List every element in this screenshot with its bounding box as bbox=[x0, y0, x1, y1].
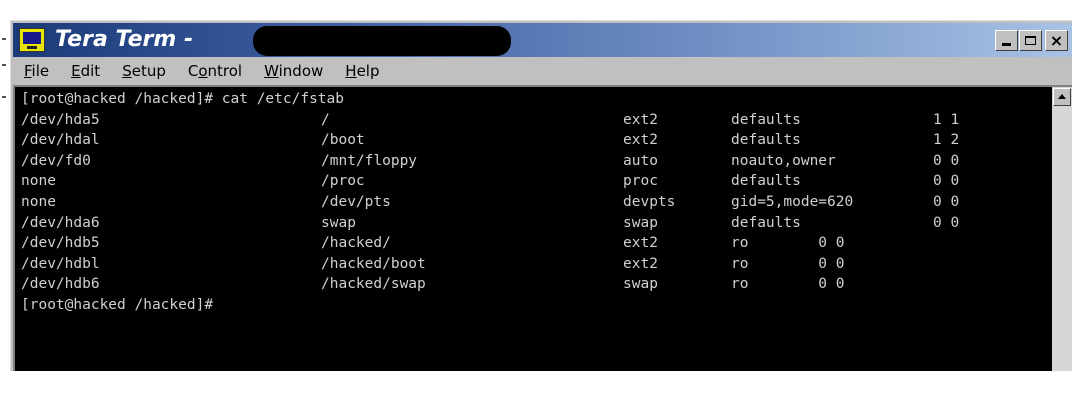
maximize-icon bbox=[1025, 36, 1036, 45]
fstab-mount: /dev/pts bbox=[321, 193, 391, 210]
fstab-row: /dev/hdal /boot ext2 defaults 1 2 bbox=[21, 130, 1050, 151]
terminal-frame: [root@hacked /hacked]# cat /etc/fstab /d… bbox=[13, 85, 1072, 371]
scroll-up-arrow-icon[interactable] bbox=[1053, 88, 1071, 106]
fstab-mount: /boot bbox=[321, 132, 365, 149]
minimize-button[interactable] bbox=[995, 30, 1018, 51]
fstab-row: /dev/hdbl /hacked/boot ext2 ro 0 0 bbox=[21, 254, 1050, 275]
shell-prompt: [root@hacked /hacked]# bbox=[21, 296, 214, 313]
fstab-row: /dev/hda5 / ext2 defaults 1 1 bbox=[21, 110, 1050, 131]
fstab-type: ext2 bbox=[623, 132, 658, 149]
fstab-mount: / bbox=[321, 111, 330, 128]
command-line: [root@hacked /hacked]# cat /etc/fstab bbox=[21, 91, 345, 107]
fstab-mount: swap bbox=[321, 214, 356, 231]
close-icon: × bbox=[1049, 31, 1064, 50]
fstab-mount: /mnt/floppy bbox=[321, 152, 418, 169]
fstab-options: defaults bbox=[731, 111, 801, 128]
edge-tick bbox=[2, 96, 6, 98]
fstab-options: ro 0 0 bbox=[731, 276, 845, 293]
terminal-output[interactable]: [root@hacked /hacked]# cat /etc/fstab /d… bbox=[21, 89, 1050, 371]
fstab-options: ro 0 0 bbox=[731, 235, 845, 252]
fstab-type: devpts bbox=[623, 193, 676, 210]
fstab-options: noauto,owner bbox=[731, 152, 836, 169]
fstab-mount: /hacked/ bbox=[321, 235, 391, 252]
fstab-type: auto bbox=[623, 152, 658, 169]
tera-term-icon[interactable] bbox=[19, 28, 45, 52]
minimize-icon bbox=[1002, 43, 1011, 46]
edge-tick bbox=[2, 38, 6, 40]
fstab-type: swap bbox=[623, 214, 658, 231]
fstab-type: swap bbox=[623, 276, 658, 293]
fstab-device: /dev/hda6 bbox=[21, 214, 100, 231]
fstab-options: defaults bbox=[731, 132, 801, 149]
title-bar[interactable]: Tera Term - × bbox=[13, 23, 1072, 57]
menu-window[interactable]: Window bbox=[253, 60, 334, 82]
menu-help[interactable]: Help bbox=[334, 60, 390, 82]
fstab-dump-pass: 1 1 bbox=[933, 111, 960, 128]
vertical-scrollbar[interactable] bbox=[1052, 87, 1072, 371]
menu-setup[interactable]: Setup bbox=[111, 60, 177, 82]
fstab-row: /dev/hdb5 /hacked/ ext2 ro 0 0 bbox=[21, 233, 1050, 254]
menu-edit[interactable]: Edit bbox=[60, 60, 111, 82]
fstab-type: ext2 bbox=[623, 235, 658, 252]
fstab-options: defaults bbox=[731, 173, 801, 190]
fstab-device: none bbox=[21, 173, 56, 190]
fstab-mount: /proc bbox=[321, 173, 365, 190]
fstab-type: ext2 bbox=[623, 255, 658, 272]
fstab-row: /dev/hda6 swap swap defaults 0 0 bbox=[21, 213, 1050, 234]
menu-file[interactable]: File bbox=[13, 60, 60, 82]
window-title: Tera Term - bbox=[55, 27, 201, 52]
maximize-button[interactable] bbox=[1019, 30, 1042, 51]
menu-bar: File Edit Setup Control Window Help bbox=[13, 59, 1072, 83]
fstab-mount: /hacked/swap bbox=[321, 276, 426, 293]
fstab-row: none /proc proc defaults 0 0 bbox=[21, 171, 1050, 192]
fstab-type: ext2 bbox=[623, 111, 658, 128]
fstab-options: defaults bbox=[731, 214, 801, 231]
fstab-dump-pass: 0 0 bbox=[933, 173, 960, 190]
fstab-dump-pass: 0 0 bbox=[933, 214, 960, 231]
edge-tick bbox=[2, 64, 6, 66]
menu-control[interactable]: Control bbox=[177, 60, 253, 82]
fstab-dump-pass: 1 2 bbox=[933, 132, 960, 149]
fstab-dump-pass: 0 0 bbox=[933, 193, 960, 210]
close-button[interactable]: × bbox=[1045, 30, 1068, 51]
fstab-device: /dev/hdb6 bbox=[21, 276, 100, 293]
fstab-mount: /hacked/boot bbox=[321, 255, 426, 272]
fstab-device: /dev/hdal bbox=[21, 132, 100, 149]
fstab-row: none /dev/pts devpts gid=5,mode=620 0 0 bbox=[21, 192, 1050, 213]
fstab-device: none bbox=[21, 193, 56, 210]
tera-term-window: Tera Term - × File Edit Setup Control Wi… bbox=[10, 20, 1072, 371]
fstab-row: /dev/fd0 /mnt/floppy auto noauto,owner 0… bbox=[21, 151, 1050, 172]
fstab-options: ro 0 0 bbox=[731, 255, 845, 272]
fstab-device: /dev/hdb5 bbox=[21, 235, 100, 252]
fstab-device: /dev/fd0 bbox=[21, 152, 91, 169]
page-edge bbox=[0, 0, 10, 371]
fstab-type: proc bbox=[623, 173, 658, 190]
fstab-row: /dev/hdb6 /hacked/swap swap ro 0 0 bbox=[21, 274, 1050, 295]
fstab-device: /dev/hdbl bbox=[21, 255, 100, 272]
fstab-dump-pass: 0 0 bbox=[933, 152, 960, 169]
fstab-device: /dev/hda5 bbox=[21, 111, 100, 128]
fstab-options: gid=5,mode=620 bbox=[731, 193, 854, 210]
redacted-hostname bbox=[253, 26, 511, 56]
